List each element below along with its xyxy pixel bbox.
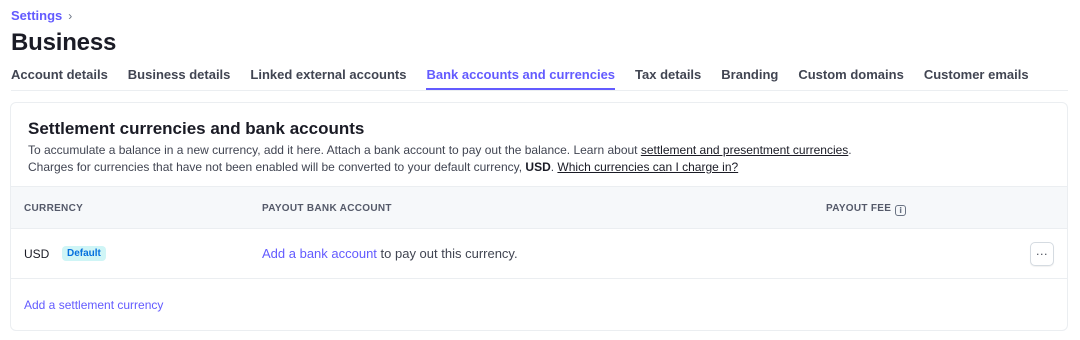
header-payout-fee: PAYOUT FEE i (826, 203, 907, 216)
card-title: Settlement currencies and bank accounts (28, 119, 365, 138)
description-text-2: Charges for currencies that have not bee… (28, 160, 526, 174)
add-settlement-currency-link[interactable]: Add a settlement currency (24, 298, 163, 312)
card-description: To accumulate a balance in a new currenc… (28, 142, 1050, 176)
table-header: CURRENCY PAYOUT BANK ACCOUNT PAYOUT FEE i (11, 186, 1067, 229)
page-title: Business (11, 29, 117, 56)
settlement-currencies-card: Settlement currencies and bank accounts … (10, 102, 1068, 331)
description-period-1: . (848, 143, 852, 157)
info-icon[interactable]: i (895, 205, 907, 216)
description-text-1: To accumulate a balance in a new currenc… (28, 143, 641, 157)
tab-custom-domains[interactable]: Custom domains (798, 67, 903, 90)
card-header: Settlement currencies and bank accounts … (11, 103, 1067, 186)
default-currency-code: USD (525, 160, 551, 174)
tab-customer-emails[interactable]: Customer emails (924, 67, 1029, 90)
header-payout-bank-account: PAYOUT BANK ACCOUNT (262, 203, 392, 214)
tab-branding[interactable]: Branding (721, 67, 778, 90)
header-currency: CURRENCY (24, 203, 84, 214)
tab-tax-details[interactable]: Tax details (635, 67, 701, 90)
add-bank-account-link[interactable]: Add a bank account (262, 246, 377, 261)
row-currency: USD (24, 247, 50, 261)
more-horizontal-icon: ··· (1036, 247, 1048, 261)
table-row: USD Default Add a bank account to pay ou… (11, 229, 1067, 279)
default-badge: Default (62, 246, 106, 261)
settings-tabs: Account details Business details Linked … (11, 67, 1068, 91)
breadcrumb-settings-link[interactable]: Settings (11, 8, 62, 23)
which-currencies-link[interactable]: Which currencies can I charge in? (557, 160, 738, 174)
tab-bank-accounts-and-currencies[interactable]: Bank accounts and currencies (426, 67, 616, 90)
tab-account-details[interactable]: Account details (11, 67, 108, 90)
settlement-currencies-link[interactable]: settlement and presentment currencies (641, 143, 848, 157)
breadcrumb: Settings › (11, 8, 72, 23)
tab-linked-external-accounts[interactable]: Linked external accounts (250, 67, 406, 90)
payout-text: to pay out this currency. (376, 246, 518, 261)
tab-business-details[interactable]: Business details (128, 67, 231, 90)
header-payout-fee-label: PAYOUT FEE (826, 203, 892, 214)
more-actions-button[interactable]: ··· (1030, 242, 1054, 266)
row-payout-bank-account: Add a bank account to pay out this curre… (262, 246, 518, 261)
chevron-right-icon: › (68, 8, 73, 23)
